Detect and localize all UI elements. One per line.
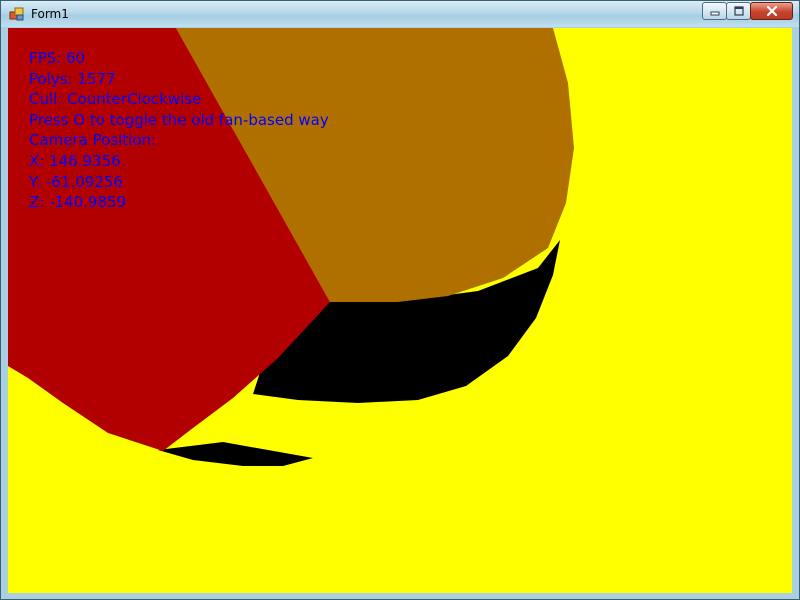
close-icon (766, 5, 777, 17)
polys-label: Polys: 1577 (29, 69, 116, 88)
minimize-button[interactable] (702, 2, 727, 20)
camera-y: Y: -61.09256 (29, 172, 123, 191)
debug-overlay: FPS: 60 Polys: 1577 Cull: CounterClockwi… (29, 48, 329, 213)
camera-x: X: 146.9356 (29, 151, 121, 170)
render-viewport[interactable]: FPS: 60 Polys: 1577 Cull: CounterClockwi… (8, 28, 792, 593)
title-bar[interactable]: Form1 (1, 1, 799, 27)
fps-label: FPS: 60 (29, 49, 86, 67)
camera-heading: Camera Position: (29, 131, 157, 150)
close-button[interactable] (750, 2, 793, 20)
window-title: Form1 (31, 7, 69, 21)
toggle-hint: Press O to toggle the old fan-based way (29, 110, 329, 129)
camera-z: Z: -140.9859 (29, 193, 127, 212)
maximize-icon (733, 6, 744, 16)
form-app-icon (9, 7, 24, 21)
minimize-icon (710, 11, 719, 16)
maximize-button[interactable] (726, 2, 751, 20)
app-window: Form1 FPS: 60 Polys: 1577 Cull: CounterC… (0, 0, 800, 600)
cull-label: Cull: CounterClockwise (29, 90, 202, 109)
